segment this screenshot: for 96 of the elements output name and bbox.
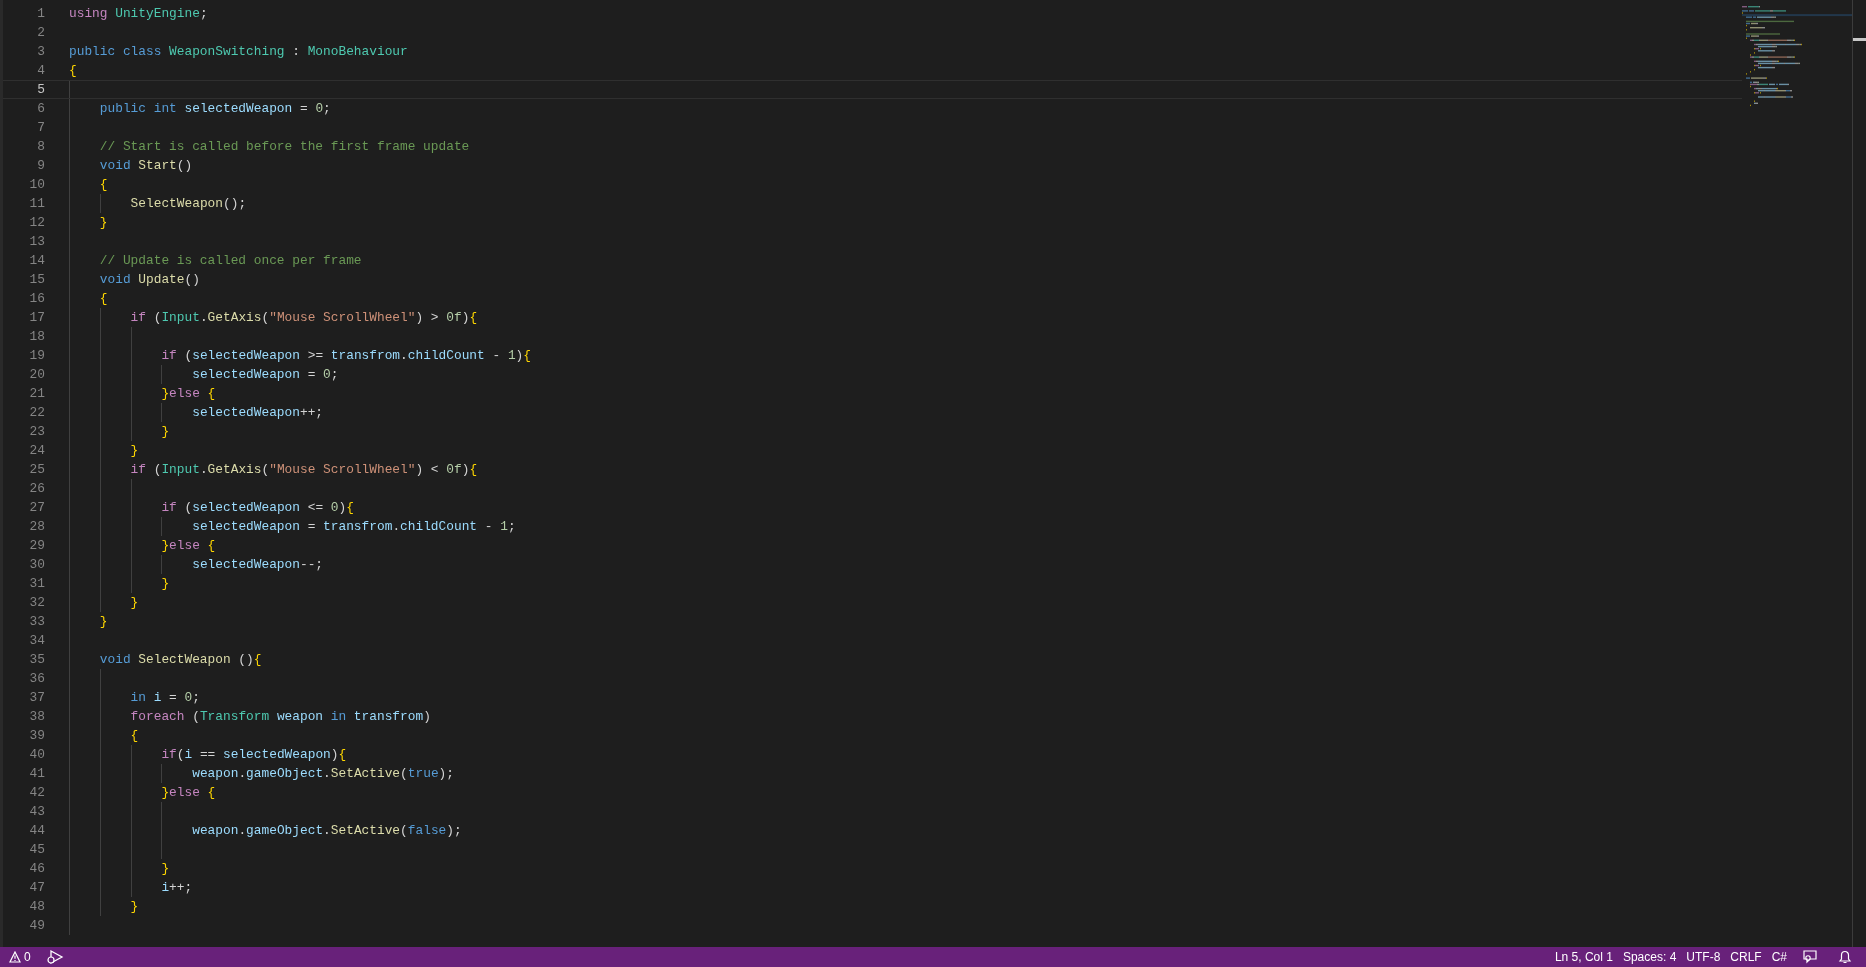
code-line: selectedWeapon--; xyxy=(192,556,324,574)
line-number: 31 xyxy=(28,575,45,593)
code-line: if (Input.GetAxis("Mouse ScrollWheel") < 0f){ xyxy=(130,461,478,479)
line-number: 45 xyxy=(28,841,45,859)
indentation-setting[interactable]: Spaces: 4 xyxy=(1617,947,1682,967)
line-number: 22 xyxy=(28,404,45,422)
warning-icon xyxy=(9,951,21,963)
line-number: 20 xyxy=(28,366,45,384)
scrollbar[interactable] xyxy=(1852,0,1866,947)
cursor-position[interactable]: Ln 5, Col 1 xyxy=(1549,947,1618,967)
line-number: 26 xyxy=(28,480,45,498)
code-line: }else { xyxy=(161,537,216,555)
code-line: i++; xyxy=(161,879,193,897)
line-number: 48 xyxy=(28,898,45,916)
line-number: 42 xyxy=(28,784,45,802)
line-number: 47 xyxy=(28,879,45,897)
line-number: 5 xyxy=(36,81,45,98)
line-number: 44 xyxy=(28,822,45,840)
code-line: { xyxy=(99,176,108,194)
line-number: 33 xyxy=(28,613,45,631)
line-number: 16 xyxy=(28,290,45,308)
code-line: weapon.gameObject.SetActive(false); xyxy=(192,822,462,840)
line-number: 6 xyxy=(36,100,45,118)
line-number: 28 xyxy=(28,518,45,536)
code-line: // Start is called before the first frame update xyxy=(99,138,470,156)
line-number: 38 xyxy=(28,708,45,726)
code-line: public int selectedWeapon = 0; xyxy=(99,100,331,118)
code-line: SelectWeapon(); xyxy=(130,195,247,213)
code-line: void SelectWeapon (){ xyxy=(99,651,262,669)
code-line: in i = 0; xyxy=(130,689,200,707)
code-line: } xyxy=(99,214,108,232)
code-line: } xyxy=(161,860,170,878)
code-line: selectedWeapon = transfrom.childCount - 1; xyxy=(192,518,516,536)
line-number: 10 xyxy=(28,176,45,194)
code-line: { xyxy=(99,290,108,308)
code-line: if (selectedWeapon <= 0){ xyxy=(161,499,354,517)
line-number: 11 xyxy=(28,195,45,213)
code-line: using UnityEngine; xyxy=(69,5,208,23)
code-line: if(i == selectedWeapon){ xyxy=(161,746,347,764)
code-line: if (Input.GetAxis("Mouse ScrollWheel") > 0f){ xyxy=(130,309,478,327)
line-number: 25 xyxy=(28,461,45,479)
line-number: 19 xyxy=(28,347,45,365)
code-line: { xyxy=(69,62,77,80)
code-line: } xyxy=(130,442,139,460)
code-line: void Start() xyxy=(99,157,193,175)
line-number: 29 xyxy=(28,537,45,555)
line-number: 32 xyxy=(28,594,45,612)
line-number: 36 xyxy=(28,670,45,688)
code-line: { xyxy=(130,727,139,745)
problems-indicator[interactable]: 0 xyxy=(4,947,36,967)
code-line: selectedWeapon = 0; xyxy=(192,366,339,384)
line-number: 7 xyxy=(36,119,45,137)
code-line: } xyxy=(161,423,170,441)
code-line: } xyxy=(99,613,108,631)
line-number: 9 xyxy=(36,157,45,175)
line-number: 27 xyxy=(28,499,45,517)
code-line: if (selectedWeapon >= transfrom.childCount - 1){ xyxy=(161,347,531,365)
code-line: void Update() xyxy=(99,271,200,289)
line-number: 2 xyxy=(36,24,45,42)
line-number: 17 xyxy=(28,309,45,327)
line-number: 18 xyxy=(28,328,45,346)
line-number: 49 xyxy=(28,917,45,935)
code-line: // Update is called once per frame xyxy=(99,252,362,270)
code-line: }else { xyxy=(161,385,216,403)
problems-count: 0 xyxy=(24,950,31,964)
line-number: 35 xyxy=(28,651,45,669)
line-number: 1 xyxy=(36,5,45,23)
line-number: 30 xyxy=(28,556,45,574)
line-number: 24 xyxy=(28,442,45,460)
language-mode[interactable]: C# xyxy=(1766,947,1792,967)
code-line: weapon.gameObject.SetActive(true); xyxy=(192,765,454,783)
code-line: public class WeaponSwitching : MonoBehaviour xyxy=(69,43,408,61)
line-number: 46 xyxy=(28,860,45,878)
encoding-setting[interactable]: UTF-8 xyxy=(1681,947,1726,967)
line-number: 40 xyxy=(28,746,45,764)
code-line: } xyxy=(161,575,170,593)
line-number: 13 xyxy=(28,233,45,251)
line-number: 41 xyxy=(28,765,45,783)
line-number: 4 xyxy=(36,62,45,80)
line-number: 39 xyxy=(28,727,45,745)
line-number: 15 xyxy=(28,271,45,289)
line-ending-setting[interactable]: CRLF xyxy=(1725,947,1767,967)
code-line: }else { xyxy=(161,784,216,802)
code-line: } xyxy=(130,898,139,916)
line-number: 43 xyxy=(28,803,45,821)
line-number: 3 xyxy=(36,43,45,61)
code-line: } xyxy=(130,594,139,612)
line-number: 8 xyxy=(36,138,45,156)
code-line: foreach (Transform weapon in transfrom) xyxy=(130,708,431,726)
line-number: 14 xyxy=(28,252,45,270)
line-number: 34 xyxy=(28,632,45,650)
code-line: selectedWeapon++; xyxy=(192,404,324,422)
line-number: 21 xyxy=(28,385,45,403)
line-number: 12 xyxy=(28,214,45,232)
line-number: 37 xyxy=(28,689,45,707)
line-number: 23 xyxy=(28,423,45,441)
